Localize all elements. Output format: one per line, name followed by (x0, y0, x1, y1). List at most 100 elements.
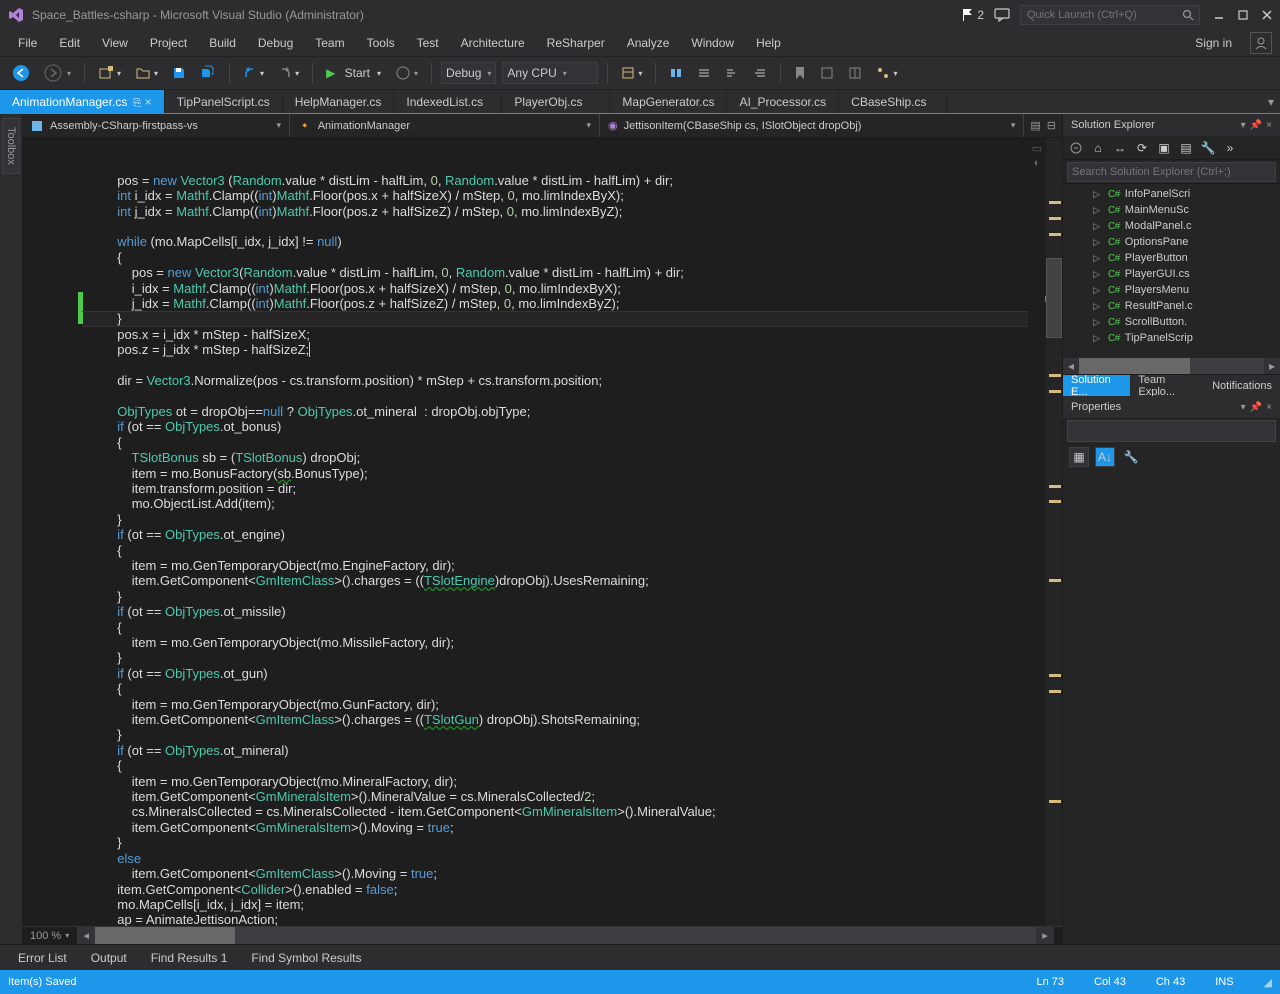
menu-architecture[interactable]: Architecture (451, 32, 535, 54)
menu-analyze[interactable]: Analyze (617, 32, 680, 54)
pane-options-icon[interactable]: ▾ (1241, 120, 1246, 131)
menu-tools[interactable]: Tools (357, 32, 405, 54)
nav-dropdown-icon[interactable]: ⊟ (1047, 119, 1056, 132)
tabs-overflow-icon[interactable]: ▾ (1268, 95, 1274, 109)
menu-resharper[interactable]: ReSharper (537, 32, 615, 54)
menu-debug[interactable]: Debug (248, 32, 303, 54)
se-properties-icon[interactable]: 🔧 (1199, 139, 1217, 157)
tab-solution-explorer[interactable]: Solution E... (1063, 375, 1130, 396)
nav-fwd-button[interactable]: ▾ (40, 61, 75, 85)
menu-file[interactable]: File (8, 32, 47, 54)
tab-aiprocessor[interactable]: AI_Processor.cs (727, 90, 839, 113)
pin-icon[interactable]: ⎘ (133, 98, 141, 109)
sign-in-link[interactable]: Sign in (1185, 32, 1242, 54)
open-file-button[interactable]: ▾ (131, 61, 162, 85)
menu-test[interactable]: Test (407, 32, 449, 54)
tb-icon-5[interactable] (749, 61, 771, 85)
tree-item[interactable]: ▷C#ModalPanel.c (1063, 218, 1280, 234)
horizontal-scrollbar[interactable] (95, 927, 235, 945)
tb-icon-8[interactable]: ▾ (872, 61, 901, 85)
nav-class[interactable]: 🔸 AnimationManager▾ (290, 114, 600, 137)
tree-hscroll-right[interactable]: ▸ (1264, 358, 1280, 374)
se-refresh-icon[interactable]: ⟳ (1133, 139, 1151, 157)
close-button[interactable] (1262, 10, 1272, 20)
hscroll-right[interactable]: ▸ (1036, 927, 1054, 945)
tree-item[interactable]: ▷C#PlayersMenu (1063, 282, 1280, 298)
props-pin-icon[interactable]: 📌 (1250, 402, 1262, 413)
ruler-toggle-icon[interactable]: ◐ (1034, 157, 1041, 169)
props-pages-icon[interactable]: 🔧 (1121, 447, 1141, 467)
tab-notifications[interactable]: Notifications (1204, 375, 1280, 396)
tb-icon-2[interactable] (665, 61, 687, 85)
overview-ruler[interactable] (1046, 138, 1062, 926)
tab-indexedlist[interactable]: IndexedList.cs (394, 90, 502, 113)
toolbox-tab[interactable]: Toolbox (2, 118, 20, 174)
config-dropdown[interactable]: Debug▾ (441, 62, 496, 84)
save-button[interactable] (168, 61, 190, 85)
hscroll-left[interactable]: ◂ (77, 927, 95, 945)
hscroll-track[interactable] (95, 927, 1036, 945)
tab-helpmanager[interactable]: HelpManager.cs (283, 90, 395, 113)
pane-pin-icon[interactable]: 📌 (1250, 120, 1262, 131)
se-collapse-icon[interactable]: ▣ (1155, 139, 1173, 157)
tab-animationmanager[interactable]: AnimationManager.cs⎘ × (0, 90, 165, 113)
tree-hscroll[interactable]: ◂ ▸ (1063, 358, 1280, 374)
nav-back-button[interactable] (8, 61, 34, 85)
vertical-scrollbar[interactable] (1046, 258, 1062, 338)
quick-launch-input[interactable] (1020, 5, 1200, 25)
feedback-icon[interactable] (994, 8, 1010, 22)
tree-item[interactable]: ▷C#TipPanelScrip (1063, 330, 1280, 346)
tab-playerobj[interactable]: PlayerObj.cs (502, 90, 610, 113)
tree-item[interactable]: ▷C#MainMenuSc (1063, 202, 1280, 218)
start-button[interactable]: ▶ Start▾ (322, 61, 385, 85)
props-categorized-icon[interactable]: ▦ (1069, 447, 1089, 467)
se-back-icon[interactable]: ⌂ (1089, 139, 1107, 157)
menu-build[interactable]: Build (199, 32, 246, 54)
tab-output[interactable]: Output (81, 947, 137, 969)
notifications-flag[interactable]: 2 (962, 8, 984, 22)
se-more-icon[interactable]: » (1221, 139, 1239, 157)
tree-item[interactable]: ▷C#InfoPanelScri (1063, 186, 1280, 202)
menu-view[interactable]: View (92, 32, 138, 54)
tree-item[interactable]: ▷C#ScrollButton. (1063, 314, 1280, 330)
browser-dropdown[interactable]: ▾ (391, 61, 422, 85)
properties-object-dropdown[interactable] (1067, 420, 1276, 442)
tree-item[interactable]: ▷C#OptionsPane (1063, 234, 1280, 250)
tb-icon-1[interactable]: ▾ (617, 61, 646, 85)
tab-team-explorer[interactable]: Team Explo... (1130, 375, 1204, 396)
split-icon[interactable]: ▤ (1030, 119, 1040, 132)
menu-project[interactable]: Project (140, 32, 197, 54)
tree-item[interactable]: ▷C#ResultPanel.c (1063, 298, 1280, 314)
zoom-level[interactable]: 100 % (30, 930, 61, 942)
menu-help[interactable]: Help (746, 32, 791, 54)
se-showall-icon[interactable]: ▤ (1177, 139, 1195, 157)
save-all-button[interactable] (196, 61, 220, 85)
solution-tree[interactable]: ▷C#InfoPanelScri ▷C#MainMenuSc ▷C#ModalP… (1063, 184, 1280, 358)
tree-hscroll-left[interactable]: ◂ (1063, 358, 1079, 374)
tab-cbaseship[interactable]: CBaseShip.cs (839, 90, 947, 113)
minimize-button[interactable] (1214, 10, 1224, 20)
tb-icon-3[interactable] (693, 61, 715, 85)
tb-icon-7[interactable] (844, 61, 866, 85)
tab-error-list[interactable]: Error List (8, 947, 77, 969)
tree-item[interactable]: ▷C#PlayerButton (1063, 250, 1280, 266)
se-home-icon[interactable] (1067, 139, 1085, 157)
zoom-dropdown-icon[interactable]: ▾ (65, 931, 69, 940)
menu-window[interactable]: Window (681, 32, 744, 54)
props-options-icon[interactable]: ▾ (1241, 402, 1246, 413)
status-resize-grip[interactable]: ◢ (1264, 976, 1272, 989)
bookmark-icon[interactable] (790, 61, 810, 85)
close-icon[interactable]: × (145, 95, 152, 109)
tree-item[interactable]: ▷C#PlayerGUI.cs (1063, 266, 1280, 282)
tab-mapgenerator[interactable]: MapGenerator.cs (610, 90, 727, 113)
tree-hscroll-thumb[interactable] (1079, 358, 1190, 374)
collapse-icon[interactable]: ▭ (1032, 142, 1042, 155)
props-close-icon[interactable]: × (1266, 402, 1272, 413)
solution-search-input[interactable] (1067, 162, 1276, 182)
nav-method[interactable]: ◉ JettisonItem(CBaseShip cs, ISlotObject… (600, 114, 1024, 137)
platform-dropdown[interactable]: Any CPU▾ (502, 62, 598, 84)
se-sync-icon[interactable]: ↔ (1111, 139, 1129, 157)
quick-launch[interactable] (1020, 5, 1194, 25)
redo-button[interactable]: ▾ (274, 61, 303, 85)
maximize-button[interactable] (1238, 10, 1248, 20)
